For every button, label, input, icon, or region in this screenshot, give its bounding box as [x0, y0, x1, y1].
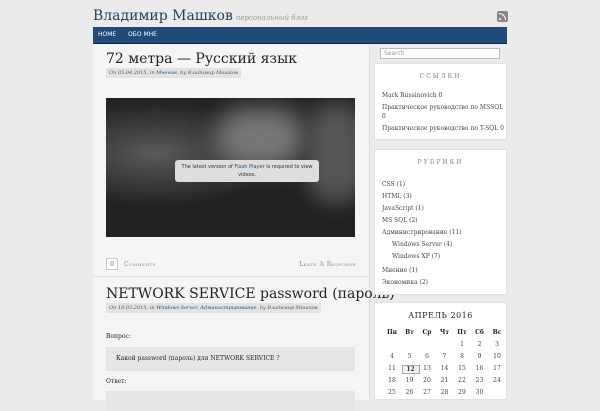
- nav-item-home[interactable]: HOME: [98, 31, 116, 38]
- calendar-day: 9: [477, 353, 482, 360]
- rubric-subitem[interactable]: Windows Server (4): [392, 240, 452, 249]
- calendar-day: 5: [407, 353, 412, 360]
- post-title[interactable]: NETWORK SERVICE password (пароль): [106, 286, 395, 302]
- link-item[interactable]: Mark Russinovich 0: [382, 91, 442, 100]
- calendar-weekday: Сб: [475, 329, 484, 336]
- blog-tagline: персональный блог: [235, 14, 308, 22]
- page-wrapper: Владимир Машков персональный блог HOME ОБ…: [93, 0, 508, 411]
- calendar-day: 7: [442, 353, 447, 360]
- calendar-day: 24: [493, 377, 501, 384]
- widget-title: РУБРИКИ: [417, 159, 464, 166]
- calendar-day: 15: [458, 365, 466, 372]
- widget-title: ССЫЛКИ: [419, 73, 462, 80]
- search-input[interactable]: Search: [380, 48, 500, 59]
- main-content: 72 метра — Русский язык On 05.04.2015, i…: [93, 44, 395, 411]
- calendar-day: 22: [458, 377, 466, 384]
- leave-response-link[interactable]: Leave A Response: [299, 261, 356, 268]
- rss-icon[interactable]: [497, 11, 508, 22]
- comment-bar: 0 Comments Leave A Response: [106, 258, 356, 270]
- post-divider: [93, 276, 369, 277]
- rubric-item[interactable]: JavaScript (1): [382, 204, 424, 213]
- rubric-item[interactable]: CSS (1): [382, 180, 405, 189]
- calendar-day-today: 12: [401, 365, 420, 374]
- link-item[interactable]: Практическое руководство по T-SQL 0: [382, 124, 504, 133]
- comment-count-badge[interactable]: 0: [106, 258, 118, 270]
- calendar-weekday: Чт: [439, 329, 450, 336]
- flash-notice-text: The latest version of: [181, 164, 233, 170]
- calendar-weekday: Пн: [386, 329, 398, 336]
- calendar-day: 25: [388, 389, 396, 396]
- answer-label: Ответ:: [106, 378, 127, 385]
- blog-title[interactable]: Владимир Машков персональный блог: [93, 8, 308, 24]
- post-meta-category-link[interactable]: Мнение: [156, 70, 177, 76]
- video-thumbnail-shape: [216, 108, 306, 168]
- nav-item-about[interactable]: ОБО МНЕ: [128, 31, 157, 38]
- calendar-day: 23: [475, 377, 484, 384]
- rubric-item[interactable]: Экономика (2): [382, 278, 428, 287]
- post-meta-category-link[interactable]: Windows Server, Администрирование: [156, 305, 256, 311]
- question-label: Вопрос:: [106, 333, 131, 340]
- rubric-item[interactable]: MS SQL (2): [382, 216, 418, 225]
- rubric-item[interactable]: Мнение (1): [382, 266, 418, 275]
- question-box: Какой password (пароль) для NETWORK SERV…: [106, 347, 355, 371]
- post-meta-author: , by Владимир Машков: [256, 305, 318, 311]
- main-nav: HOME ОБО МНЕ: [93, 27, 507, 44]
- calendar-day: 18: [388, 377, 396, 384]
- calendar-weekday: Пт: [457, 329, 467, 336]
- post-meta: On 05.04.2015, in Мнение, by Владимир Ма…: [106, 68, 241, 78]
- calendar-day: 29: [458, 389, 466, 396]
- calendar-weekday: Вт: [405, 329, 414, 336]
- calendar-weekday: Вс: [492, 329, 502, 336]
- calendar-widget: АПРЕЛЬ 2016 Пн Вт Ср Чт Пт Сб Вс 1 2 3 4 5 6 7 8 9 10 11 1…: [374, 302, 507, 400]
- calendar-day: 20: [423, 377, 431, 384]
- comments-link[interactable]: Comments: [124, 261, 156, 268]
- calendar-day: 16: [475, 365, 484, 372]
- calendar-day: 11: [388, 365, 396, 372]
- post-meta-author: , by Владимир Машков: [177, 70, 238, 76]
- rubric-item[interactable]: Администрирование (11): [382, 228, 462, 237]
- post-title[interactable]: 72 метра — Русский язык: [106, 51, 297, 67]
- calendar-day: 14: [440, 365, 449, 372]
- answer-box: [106, 391, 355, 411]
- calendar-day: 28: [440, 389, 449, 396]
- video-thumbnail-shape: [306, 103, 355, 203]
- flash-player-link[interactable]: Flash Player: [234, 164, 264, 170]
- link-item-count: 0: [382, 113, 386, 120]
- post-meta: On 18.03.2015, in Windows Server, Админи…: [106, 303, 321, 313]
- calendar-day: 4: [390, 353, 394, 360]
- rubric-subitem[interactable]: Windows XP (7): [392, 252, 440, 261]
- calendar-day: 30: [475, 389, 484, 396]
- calendar-day: 8: [460, 353, 464, 360]
- calendar-day: 10: [493, 353, 501, 360]
- rubrics-widget: РУБРИКИ CSS (1) HTML (3) JavaScript (1) …: [374, 149, 507, 295]
- calendar-day: 21: [440, 377, 449, 384]
- flash-player-notice: The latest version of Flash Player is re…: [175, 160, 319, 182]
- calendar-day: 3: [495, 341, 499, 348]
- links-widget: ССЫЛКИ Mark Russinovich 0 Практическое р…: [374, 63, 507, 140]
- calendar-day: 2: [477, 341, 482, 348]
- embedded-video[interactable]: The latest version of Flash Player is re…: [106, 98, 355, 237]
- calendar-day: 13: [423, 365, 431, 372]
- calendar-day: 26: [405, 389, 414, 396]
- post-meta-date: On 18.03.2015, in: [109, 305, 155, 311]
- calendar-day: 27: [423, 389, 431, 396]
- post-meta-date: On 05.04.2015, in: [109, 70, 155, 76]
- calendar-weekday: Ср: [422, 329, 432, 336]
- calendar-title: АПРЕЛЬ 2016: [408, 311, 473, 320]
- calendar-day: 19: [405, 377, 414, 384]
- calendar-day: 6: [425, 353, 429, 360]
- blog-title-text[interactable]: Владимир Машков: [93, 8, 233, 24]
- calendar-day: 17: [493, 365, 501, 372]
- sidebar: Search ССЫЛКИ Mark Russinovich 0 Практич…: [374, 44, 507, 400]
- rubric-item[interactable]: HTML (3): [382, 192, 412, 201]
- link-item[interactable]: Практическое руководство по MSSQL: [382, 103, 503, 112]
- calendar-day: 1: [460, 341, 464, 348]
